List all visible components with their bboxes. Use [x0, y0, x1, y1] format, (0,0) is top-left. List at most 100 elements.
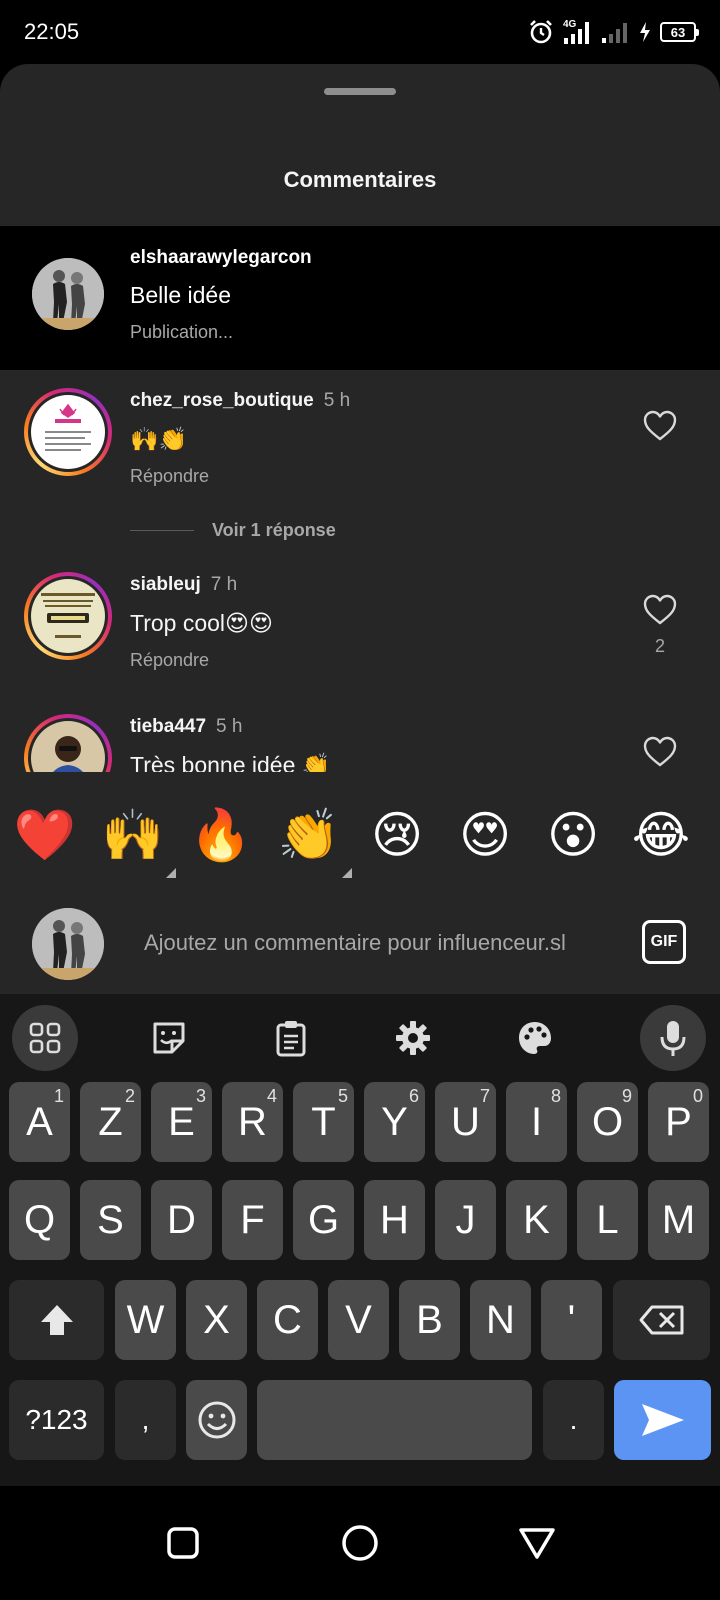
backspace-icon	[639, 1305, 683, 1335]
key-i[interactable]: I8	[506, 1082, 567, 1162]
reaction-clap[interactable]: 👏	[274, 800, 352, 878]
like-count: 2	[654, 636, 665, 656]
space-bar[interactable]	[257, 1380, 532, 1460]
battery-indicator: 63	[660, 22, 699, 42]
key-hint: 9	[621, 1086, 632, 1106]
key-c[interactable]: C	[257, 1280, 318, 1360]
system-navigation-bar	[0, 1486, 720, 1600]
key-label: P	[665, 1099, 692, 1144]
key-g[interactable]: G	[293, 1180, 354, 1260]
key-x[interactable]: X	[186, 1280, 247, 1360]
comment-age: 5 h	[323, 390, 351, 411]
status-icons: 4G 63	[528, 18, 699, 46]
comment-age: 7 h	[210, 574, 238, 595]
reply-button[interactable]: Répondre	[130, 650, 209, 671]
like-heart-icon[interactable]	[643, 736, 677, 768]
comment-author[interactable]: tieba447 5 h	[130, 716, 242, 738]
reaction-fire[interactable]: 🔥	[186, 800, 256, 870]
like-heart-icon[interactable]	[643, 410, 677, 442]
symbols-key[interactable]: ?123	[9, 1380, 104, 1460]
post-author-avatar[interactable]	[32, 258, 104, 330]
avatar-photo-icon	[32, 258, 104, 330]
back-icon[interactable]	[512, 1518, 562, 1568]
period-key[interactable]: .	[543, 1380, 604, 1460]
key-y[interactable]: Y6	[364, 1082, 425, 1162]
view-replies-label[interactable]: Voir 1 réponse	[212, 520, 336, 541]
comma-key[interactable]: ,	[115, 1380, 176, 1460]
emoji-key[interactable]	[186, 1380, 247, 1460]
comment-username[interactable]: chez_rose_boutique	[130, 390, 314, 411]
reaction-raised-hands[interactable]: 🙌	[98, 800, 176, 878]
shift-key[interactable]	[9, 1280, 104, 1360]
comment-author[interactable]: chez_rose_boutique 5 h	[130, 390, 350, 412]
key-u[interactable]: U7	[435, 1082, 496, 1162]
post-author[interactable]: elshaarawylegarcon	[130, 247, 312, 269]
key-label: I	[530, 1099, 543, 1144]
boutique-logo-icon	[31, 395, 105, 469]
key-t[interactable]: T5	[293, 1082, 354, 1162]
key-d[interactable]: D	[151, 1180, 212, 1260]
gif-button[interactable]: GIF	[642, 920, 686, 964]
reply-button[interactable]: Répondre	[130, 466, 209, 487]
comment-age: 5 h	[216, 716, 243, 737]
key-hint: 2	[124, 1086, 135, 1106]
send-key[interactable]	[614, 1380, 711, 1460]
comment-author[interactable]: siableuj 7 h	[130, 574, 237, 596]
key-v[interactable]: V	[328, 1280, 389, 1360]
key-n[interactable]: N	[470, 1280, 531, 1360]
key-r[interactable]: R4	[222, 1082, 283, 1162]
key-h[interactable]: H	[364, 1180, 425, 1260]
key-j[interactable]: J	[435, 1180, 496, 1260]
current-user-avatar	[32, 908, 104, 980]
home-icon[interactable]	[335, 1518, 385, 1568]
backspace-key[interactable]	[613, 1280, 710, 1360]
signal-4g-icon: 4G	[563, 19, 589, 44]
key-l[interactable]: L	[577, 1180, 638, 1260]
key-k[interactable]: K	[506, 1180, 567, 1260]
like-heart-icon[interactable]	[643, 594, 677, 626]
drag-handle[interactable]	[324, 88, 396, 95]
key-b[interactable]: B	[399, 1280, 460, 1360]
reaction-heart[interactable]: ❤️	[10, 800, 80, 870]
comment-avatar[interactable]	[24, 388, 112, 476]
microphone-icon[interactable]	[640, 1005, 706, 1071]
comment-avatar[interactable]	[24, 714, 112, 778]
key-f[interactable]: F	[222, 1180, 283, 1260]
quote-image-icon	[31, 579, 105, 653]
view-replies-button[interactable]: Voir 1 réponse	[130, 520, 336, 541]
key-w[interactable]: W	[115, 1280, 176, 1360]
palette-icon[interactable]	[502, 1005, 568, 1071]
key-hint: 1	[53, 1086, 64, 1106]
key-a[interactable]: A1	[9, 1082, 70, 1162]
comment-username[interactable]: siableuj	[130, 574, 201, 595]
sheet-title: Commentaires	[283, 167, 437, 192]
key-m[interactable]: M	[648, 1180, 709, 1260]
sticker-icon[interactable]	[136, 1005, 202, 1071]
key-p[interactable]: P0	[648, 1082, 709, 1162]
recent-apps-icon[interactable]	[158, 1518, 208, 1568]
key-hint: 4	[266, 1086, 277, 1106]
key-label: E	[168, 1099, 195, 1144]
key-label: Y	[381, 1099, 408, 1144]
key-q[interactable]: Q	[9, 1180, 70, 1260]
key-z[interactable]: Z2	[80, 1082, 141, 1162]
reaction-heart-eyes[interactable]: 😍	[450, 800, 520, 870]
comment-input[interactable]: Ajoutez un commentaire pour influenceur.…	[144, 930, 610, 956]
key-s[interactable]: S	[80, 1180, 141, 1260]
comment-username[interactable]: tieba447	[130, 716, 206, 737]
comment-text: Trop cool😍😍	[130, 610, 273, 636]
key-label: U	[451, 1099, 480, 1144]
reaction-laughing[interactable]: 😂	[626, 800, 696, 870]
clipboard-icon[interactable]	[258, 1005, 324, 1071]
settings-icon[interactable]	[380, 1005, 446, 1071]
grid-icon[interactable]	[12, 1005, 78, 1071]
key-apostrophe[interactable]: '	[541, 1280, 602, 1360]
reaction-surprised[interactable]: 😮	[538, 800, 608, 870]
comment-avatar[interactable]	[24, 572, 112, 660]
comment-composer: Ajoutez un commentaire pour influenceur.…	[0, 890, 720, 994]
reaction-crying[interactable]: 😢	[362, 800, 432, 870]
key-label: T	[311, 1099, 336, 1144]
post-caption[interactable]: elshaarawylegarcon Belle idée Publicatio…	[0, 226, 720, 370]
key-o[interactable]: O9	[577, 1082, 638, 1162]
key-e[interactable]: E3	[151, 1082, 212, 1162]
